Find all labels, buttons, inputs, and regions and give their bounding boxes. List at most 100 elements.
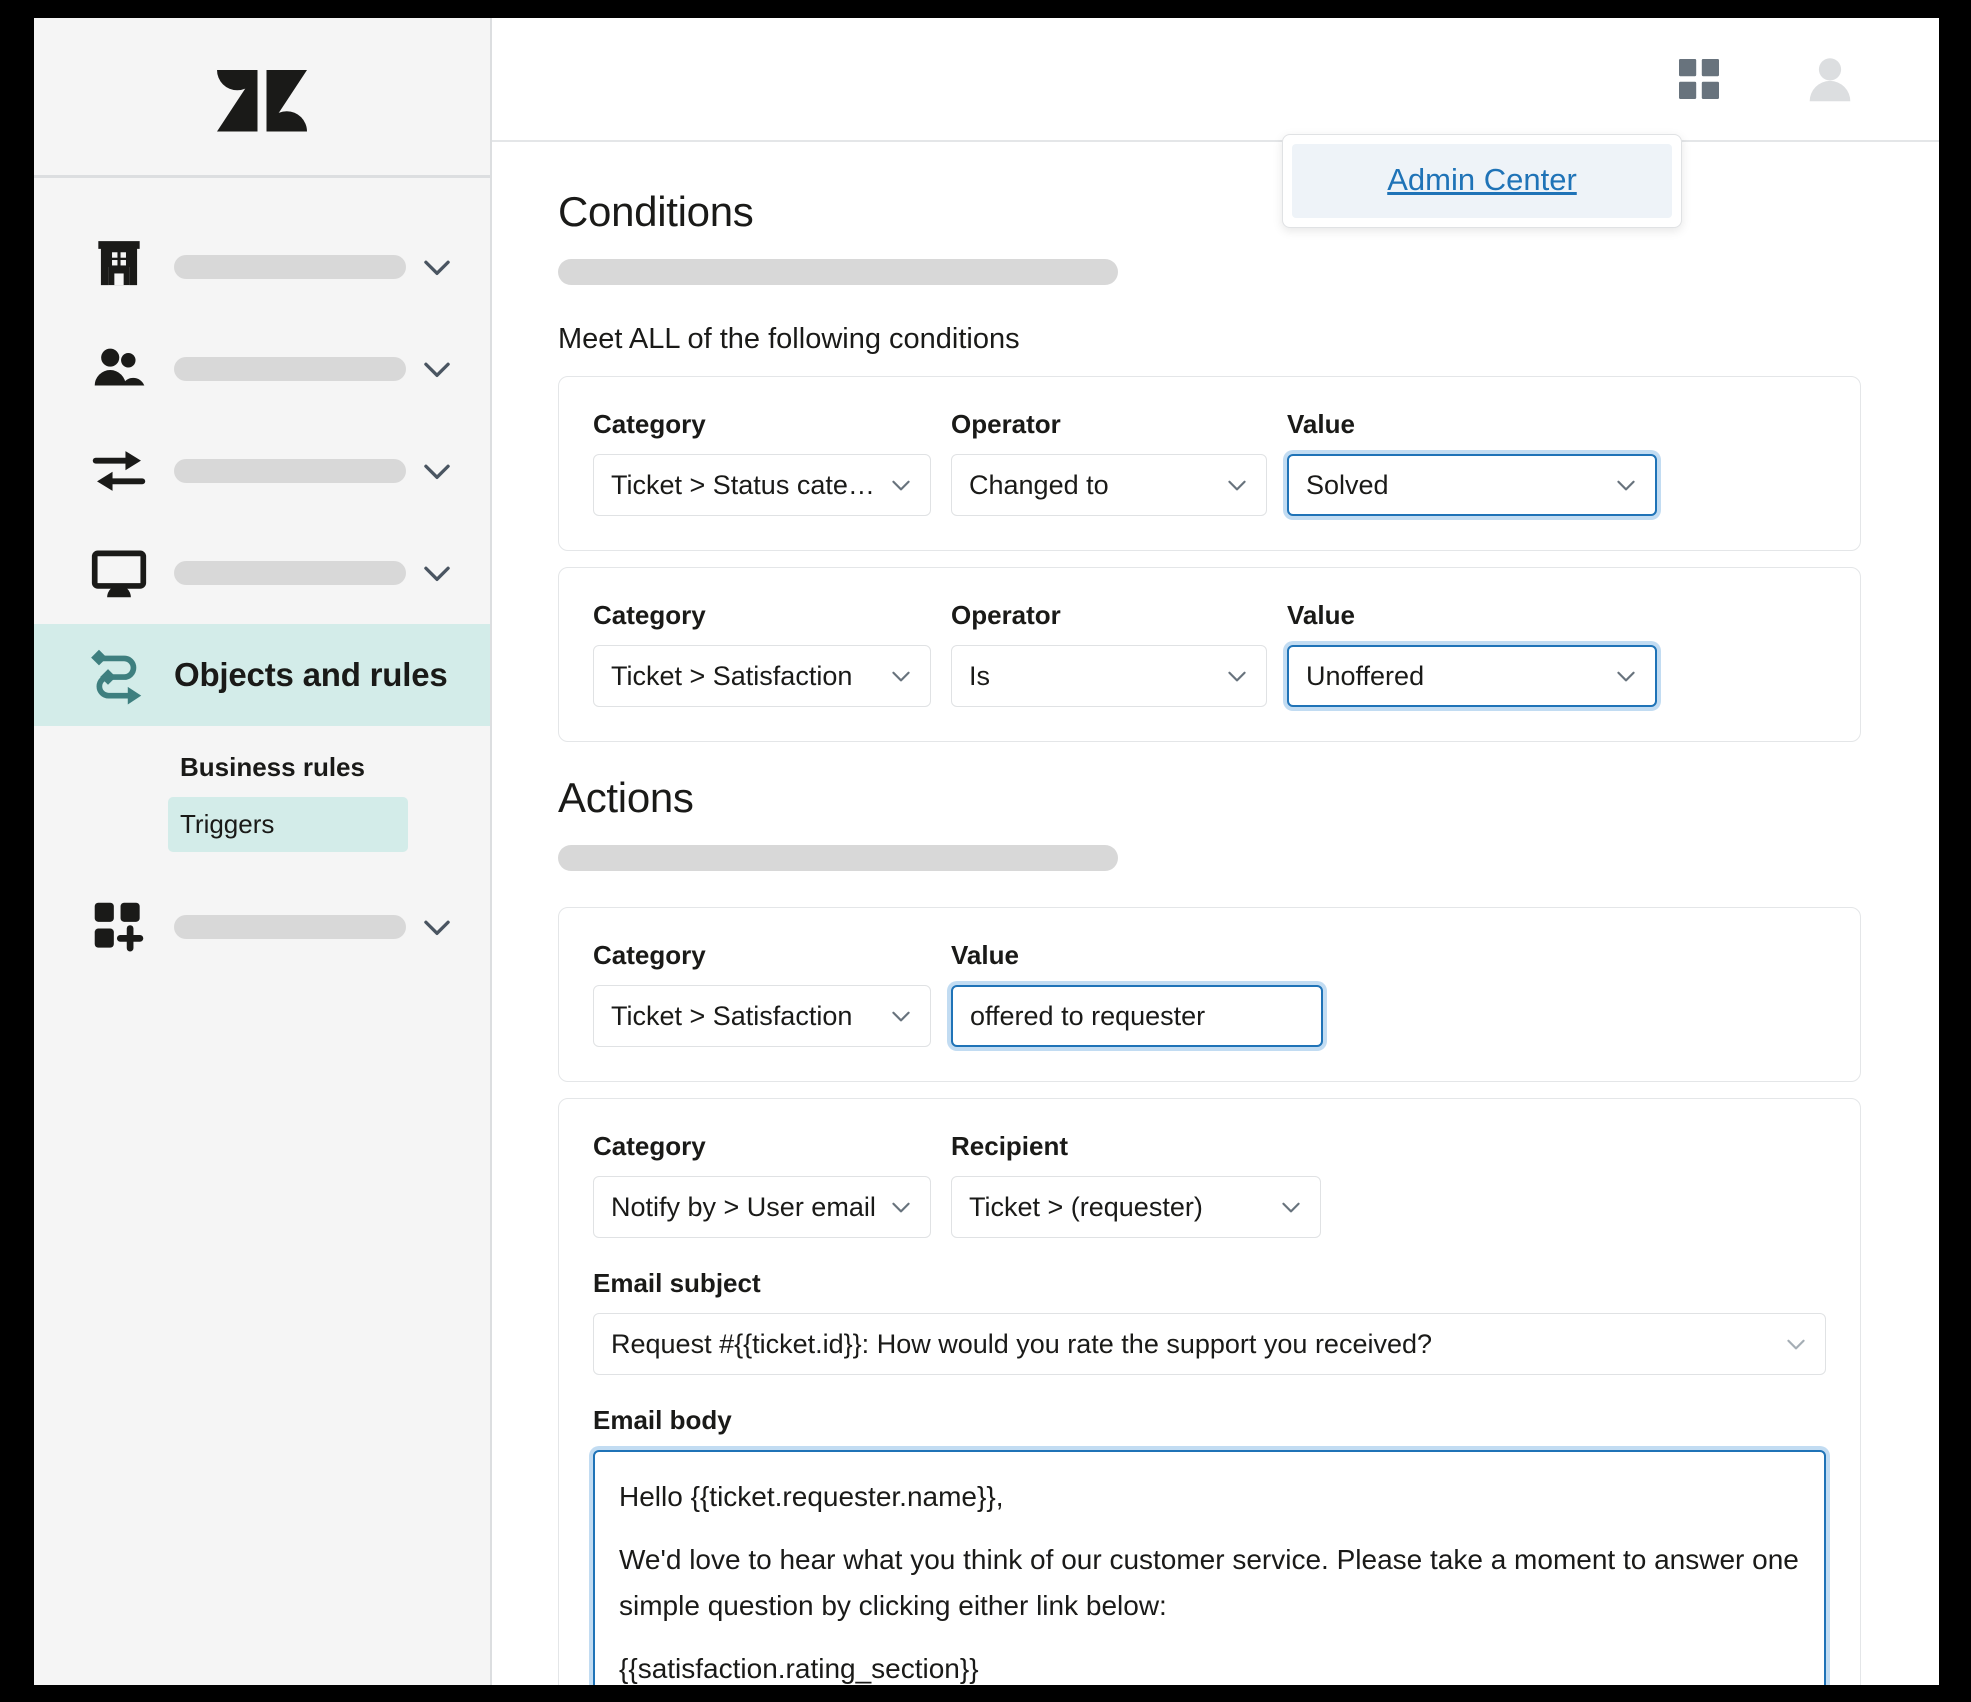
chevron-down-icon (1228, 480, 1246, 491)
email-body-line: Hello {{ticket.requester.name}}, (619, 1481, 1004, 1512)
monitor-icon (88, 542, 150, 604)
field-label: Operator (951, 600, 1061, 630)
field-label: Value (1287, 409, 1355, 439)
select-value: Is (969, 660, 991, 691)
condition-operator-select[interactable]: Changed to (951, 454, 1267, 516)
actions-subtitle-placeholder (558, 845, 1118, 871)
sidebar-item-label-placeholder (174, 459, 406, 483)
conditions-subtitle-placeholder (558, 259, 1118, 285)
chevron-down-icon (892, 671, 910, 682)
people-icon (88, 338, 150, 400)
field-label: Category (593, 1131, 706, 1161)
meet-all-conditions-label: Meet ALL of the following conditions (558, 323, 1020, 355)
action-category-field: Category Ticket > Satisfaction (593, 940, 931, 1047)
condition-category-select[interactable]: Ticket > Satisfaction (593, 645, 931, 707)
admin-center-popover: Admin Center (1282, 134, 1682, 228)
sidebar-item-workspaces[interactable] (34, 522, 490, 624)
top-bar (492, 18, 1939, 142)
condition-value-select[interactable]: Unoffered (1287, 645, 1657, 707)
condition-operator-select[interactable]: Is (951, 645, 1267, 707)
email-body-textarea[interactable]: Hello {{ticket.requester.name}}, We'd lo… (593, 1450, 1826, 1685)
subnav-item-triggers[interactable]: Triggers (168, 797, 408, 852)
action-value-field: Value offered to requester (951, 940, 1323, 1047)
condition-value-field: Value Solved (1287, 409, 1657, 516)
objects-rules-icon (88, 644, 150, 706)
main-area: Admin Center Conditions Meet ALL of the … (492, 18, 1939, 1685)
page-content: Conditions Meet ALL of the following con… (492, 142, 1939, 1685)
notify-category-select[interactable]: Notify by > User email (593, 1176, 931, 1238)
sidebar-item-label-placeholder (174, 357, 406, 381)
select-value: Request #{{ticket.id}}: How would you ra… (611, 1328, 1433, 1359)
field-label: Email body (593, 1405, 732, 1435)
sidebar: Objects and rules Business rules Trigger… (34, 18, 492, 1685)
condition-value-select[interactable]: Solved (1287, 454, 1657, 516)
select-value: Notify by > User email (611, 1191, 876, 1222)
chevron-down-icon[interactable] (418, 350, 456, 388)
chevron-down-icon (892, 480, 910, 491)
notify-recipient-field: Recipient Ticket > (requester) (951, 1131, 1321, 1238)
sidebar-item-apps[interactable] (34, 876, 490, 978)
email-subject-field: Email subject Request #{{ticket.id}}: Ho… (593, 1268, 1826, 1375)
select-value: Unoffered (1306, 660, 1425, 691)
chevron-down-icon (892, 1202, 910, 1213)
action-category-select[interactable]: Ticket > Satisfaction (593, 985, 931, 1047)
condition-card: Category Ticket > Satisfaction Operator … (558, 567, 1861, 742)
input-value: offered to requester (970, 1000, 1206, 1031)
notify-category-field: Category Notify by > User email (593, 1131, 931, 1238)
subnav-heading-business-rules: Business rules (180, 752, 365, 782)
sidebar-item-label-placeholder (174, 915, 406, 939)
condition-value-field: Value Unoffered (1287, 600, 1657, 707)
field-label: Category (593, 600, 706, 630)
admin-center-menu-item[interactable]: Admin Center (1292, 144, 1672, 218)
sidebar-item-label-placeholder (174, 561, 406, 585)
user-avatar-icon[interactable] (1801, 50, 1859, 108)
chevron-down-icon (1282, 1202, 1300, 1213)
app-window: Objects and rules Business rules Trigger… (34, 18, 1939, 1685)
sidebar-item-objects-and-rules[interactable]: Objects and rules (34, 624, 490, 726)
notify-recipient-select[interactable]: Ticket > (requester) (951, 1176, 1321, 1238)
select-value: Ticket > Status category (611, 469, 878, 500)
sidebar-item-channels[interactable] (34, 420, 490, 522)
sidebar-item-people[interactable] (34, 318, 490, 420)
sidebar-subnav: Business rules Triggers (34, 726, 490, 852)
actions-title: Actions (558, 774, 694, 821)
email-body-field: Email body Hello {{ticket.requester.name… (593, 1405, 1826, 1685)
select-value: Changed to (969, 469, 1109, 500)
logo-area (34, 18, 490, 178)
field-label: Value (1287, 600, 1355, 630)
transfer-arrows-icon (88, 440, 150, 502)
apps-add-icon (88, 896, 150, 958)
field-label: Email subject (593, 1268, 761, 1298)
chevron-down-icon (1617, 671, 1635, 682)
condition-operator-field: Operator Is (951, 600, 1267, 707)
condition-category-select[interactable]: Ticket > Status category (593, 454, 931, 516)
chevron-down-icon (1617, 480, 1635, 491)
sidebar-item-label: Objects and rules (174, 656, 448, 693)
condition-category-field: Category Ticket > Satisfaction (593, 600, 931, 707)
select-value: Ticket > Satisfaction (611, 1000, 853, 1031)
sidebar-item-account[interactable] (34, 216, 490, 318)
grid-icon[interactable] (1675, 55, 1723, 103)
admin-center-link[interactable]: Admin Center (1387, 162, 1577, 197)
chevron-down-icon[interactable] (418, 248, 456, 286)
zendesk-logo[interactable] (214, 49, 310, 145)
action-card-notify: Category Notify by > User email Recipien… (558, 1098, 1861, 1685)
action-value-input[interactable]: offered to requester (951, 985, 1323, 1047)
field-label: Category (593, 940, 706, 970)
chevron-down-icon[interactable] (418, 554, 456, 592)
select-value: Solved (1306, 469, 1389, 500)
email-body-line: {{satisfaction.rating_section}} (619, 1653, 979, 1685)
condition-category-field: Category Ticket > Status category (593, 409, 931, 516)
chevron-down-icon (892, 1011, 910, 1022)
sidebar-item-label-placeholder (174, 255, 406, 279)
chevron-down-icon[interactable] (418, 908, 456, 946)
email-subject-select[interactable]: Request #{{ticket.id}}: How would you ra… (593, 1313, 1826, 1375)
action-card-satisfaction: Category Ticket > Satisfaction Value off… (558, 907, 1861, 1082)
sidebar-nav: Objects and rules Business rules Trigger… (34, 178, 490, 978)
chevron-down-icon (1787, 1339, 1805, 1350)
condition-operator-field: Operator Changed to (951, 409, 1267, 516)
chevron-down-icon[interactable] (418, 452, 456, 490)
select-value: Ticket > (requester) (969, 1191, 1203, 1222)
field-label: Category (593, 409, 706, 439)
